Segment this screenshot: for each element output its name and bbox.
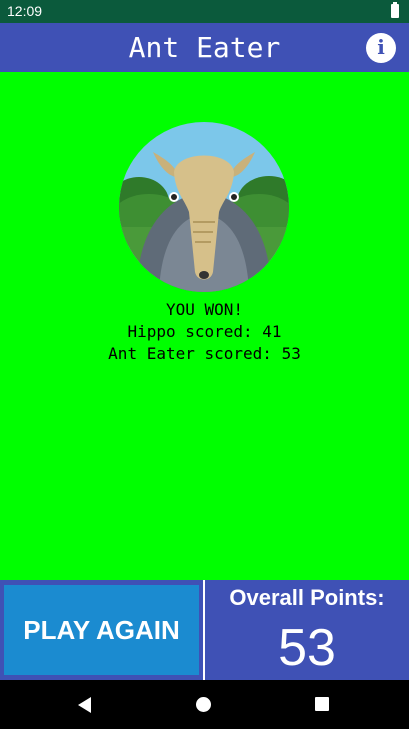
- anteater-avatar: [119, 122, 289, 292]
- status-bar: 12:09: [0, 0, 409, 23]
- result-title: YOU WON!: [165, 300, 244, 319]
- battery-icon: [391, 2, 399, 18]
- recents-icon[interactable]: [315, 697, 329, 711]
- overall-points-value: 53: [278, 619, 336, 677]
- play-again-label: PLAY AGAIN: [23, 614, 180, 645]
- info-icon: i: [377, 35, 385, 59]
- game-area: YOU WON! Hippo scored: 41 Ant Eater scor…: [0, 72, 409, 580]
- play-again-button[interactable]: PLAY AGAIN: [4, 585, 199, 675]
- result-panel: YOU WON! Hippo scored: 41 Ant Eater scor…: [0, 299, 409, 365]
- hippo-score: Hippo scored: 41: [127, 322, 282, 341]
- back-icon[interactable]: [78, 697, 91, 713]
- overall-points-label: Overall Points:: [229, 585, 385, 610]
- anteater-score: Ant Eater scored: 53: [108, 344, 301, 363]
- home-icon[interactable]: [196, 697, 211, 712]
- app-bar: Ant Eater i: [0, 23, 409, 72]
- app-title: Ant Eater: [128, 31, 281, 64]
- nav-bar: [0, 680, 409, 729]
- status-time: 12:09: [7, 3, 43, 19]
- info-button[interactable]: i: [366, 33, 396, 63]
- bottom-panel: PLAY AGAIN Overall Points: 53: [0, 580, 409, 680]
